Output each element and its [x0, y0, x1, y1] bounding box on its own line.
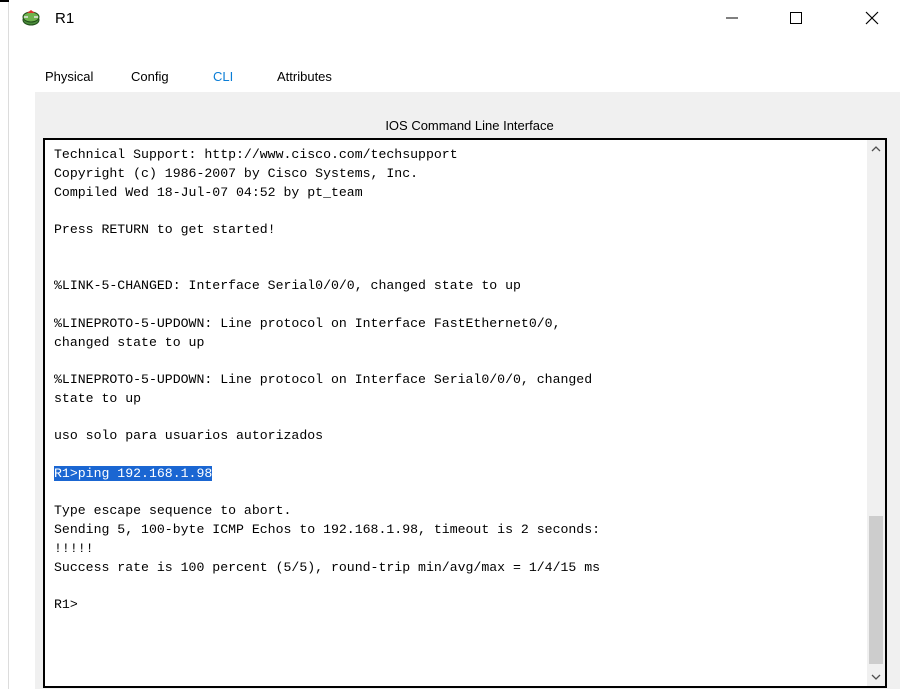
minimize-button[interactable] [709, 0, 755, 40]
tab-cli[interactable]: CLI [203, 62, 243, 92]
terminal-line: !!!!! [54, 540, 854, 559]
terminal-line: %LINEPROTO-5-UPDOWN: Line protocol on In… [54, 315, 854, 334]
terminal-line: %LINK-5-CHANGED: Interface Serial0/0/0, … [54, 277, 854, 296]
panel-title: IOS Command Line Interface [385, 118, 554, 133]
device-window: R1 Physical Config CLI Attributes IOS Co… [9, 0, 901, 689]
terminal-output[interactable]: Technical Support: http://www.cisco.com/… [54, 146, 854, 615]
terminal-line-text: Copyright (c) 1986-2007 by Cisco Systems… [54, 165, 419, 181]
terminal-line-text: Success rate is 100 percent (5/5), round… [54, 559, 601, 575]
terminal-line-text: %LINEPROTO-5-UPDOWN: Line protocol on In… [54, 315, 561, 331]
terminal-line-text: %LINK-5-CHANGED: Interface Serial0/0/0, … [54, 278, 521, 294]
terminal-line: uso solo para usuarios autorizados [54, 427, 854, 446]
terminal-line: Sending 5, 100-byte ICMP Echos to 192.16… [54, 521, 854, 540]
minimize-icon [726, 11, 738, 29]
window-title: R1 [55, 10, 75, 27]
background-window-edge [0, 0, 9, 689]
tab-config[interactable]: Config [121, 62, 179, 92]
tab-physical[interactable]: Physical [35, 62, 103, 92]
cli-terminal[interactable]: Technical Support: http://www.cisco.com/… [43, 138, 887, 688]
selected-command-text: R1>ping 192.168.1.98 [54, 465, 213, 481]
maximize-icon [790, 11, 802, 29]
scroll-down-button[interactable] [867, 668, 885, 686]
title-bar[interactable]: R1 [9, 0, 901, 40]
terminal-line: Compiled Wed 18-Jul-07 04:52 by pt_team [54, 184, 854, 203]
terminal-line: R1>ping 192.168.1.98 [54, 465, 854, 484]
terminal-line-text: !!!!! [54, 540, 94, 556]
terminal-line-text: R1> [54, 597, 78, 612]
terminal-line-text: Press RETURN to get started! [54, 222, 276, 237]
vertical-scrollbar[interactable] [867, 140, 885, 686]
terminal-line: %LINEPROTO-5-UPDOWN: Line protocol on In… [54, 371, 854, 390]
terminal-line-text: changed state to up [54, 334, 205, 350]
terminal-line-text: Sending 5, 100-byte ICMP Echos to 192.16… [54, 522, 601, 537]
chevron-up-icon [871, 140, 881, 158]
terminal-line: Type escape sequence to abort. [54, 502, 854, 521]
terminal-line-text: uso solo para usuarios autorizados [54, 428, 324, 444]
tab-attributes[interactable]: Attributes [267, 62, 342, 92]
scroll-up-button[interactable] [867, 140, 885, 158]
terminal-line: changed state to up [54, 334, 854, 353]
terminal-line-text: Compiled Wed 18-Jul-07 04:52 by pt_team [54, 184, 363, 200]
close-icon [865, 11, 879, 30]
terminal-line: Copyright (c) 1986-2007 by Cisco Systems… [54, 165, 854, 184]
terminal-line-text: Type escape sequence to abort. [54, 503, 292, 519]
terminal-line-text: %LINEPROTO-5-UPDOWN: Line protocol on In… [54, 372, 593, 387]
terminal-line: Success rate is 100 percent (5/5), round… [54, 559, 854, 578]
chevron-down-icon [871, 668, 881, 686]
terminal-line-text: state to up [54, 390, 142, 406]
scrollbar-thumb[interactable] [869, 516, 883, 664]
terminal-line: Technical Support: http://www.cisco.com/… [54, 146, 854, 165]
terminal-line: Press RETURN to get started! [54, 221, 854, 240]
close-button[interactable] [849, 0, 895, 40]
terminal-line-text: Technical Support: http://www.cisco.com/… [54, 147, 458, 162]
terminal-line: R1> [54, 596, 854, 615]
maximize-button[interactable] [773, 0, 819, 40]
router-icon [21, 8, 41, 28]
terminal-line: state to up [54, 390, 854, 409]
